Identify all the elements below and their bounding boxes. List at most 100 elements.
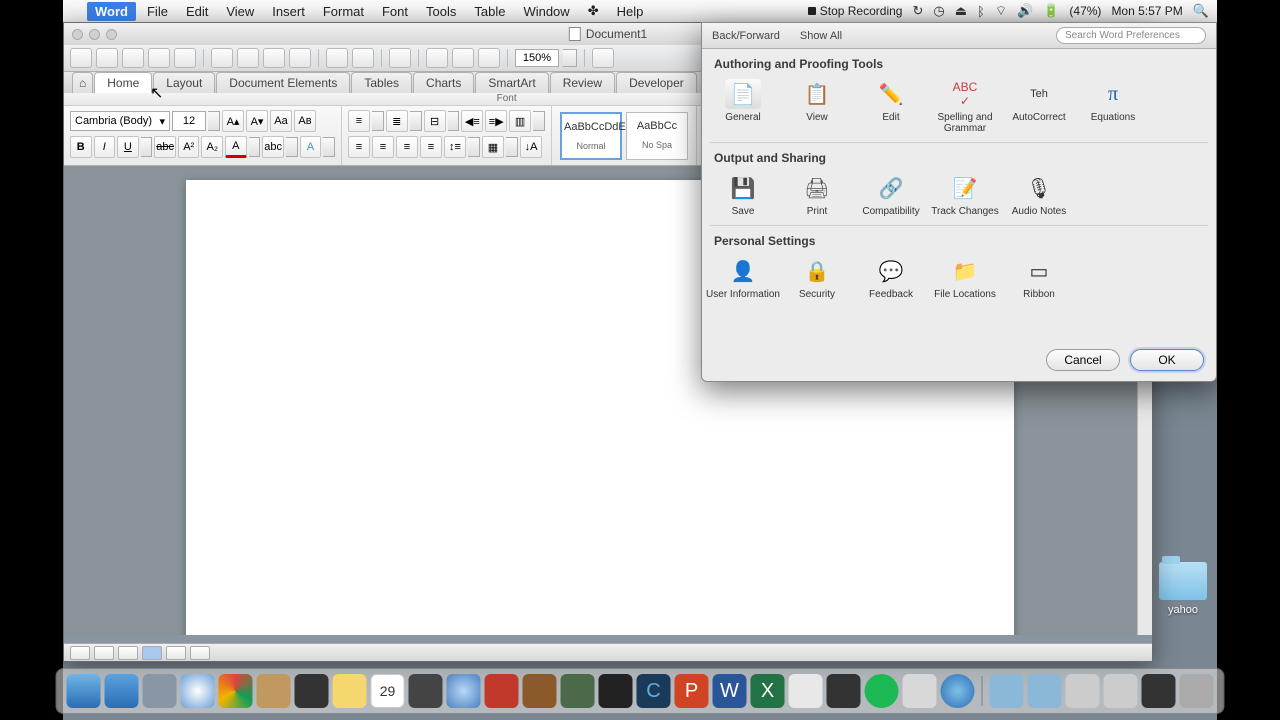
dock-terminal-icon[interactable] bbox=[599, 674, 633, 708]
bullets-button[interactable]: ≡ bbox=[348, 110, 370, 132]
dock-ical-icon[interactable]: 29 bbox=[371, 674, 405, 708]
style-normal[interactable]: AaBbCcDdEe Normal bbox=[560, 112, 622, 160]
volume-icon[interactable]: 🔊 bbox=[1017, 3, 1033, 19]
numbering-button[interactable]: ≣ bbox=[386, 110, 408, 132]
view-notebook-button[interactable] bbox=[166, 646, 186, 660]
dock-c-icon[interactable]: C bbox=[637, 674, 671, 708]
prefs-search-input[interactable]: Search Word Preferences bbox=[1056, 27, 1206, 44]
zoom-field[interactable]: 150% bbox=[515, 49, 559, 67]
menu-view[interactable]: View bbox=[217, 4, 263, 19]
sort-button[interactable]: ↓A bbox=[520, 136, 542, 158]
line-spacing-button[interactable]: ↕≡ bbox=[444, 136, 466, 158]
bold-button[interactable]: B bbox=[70, 136, 92, 158]
dock-stack1-icon[interactable] bbox=[1066, 674, 1100, 708]
multilevel-button[interactable]: ⊟ bbox=[424, 110, 446, 132]
dock-parallels-icon[interactable] bbox=[485, 674, 519, 708]
pref-user-info[interactable]: 👤User Information bbox=[706, 254, 780, 302]
dock-globe-icon[interactable] bbox=[941, 674, 975, 708]
sidebar-button[interactable] bbox=[452, 48, 474, 68]
font-name-select[interactable]: Cambria (Body)▾ bbox=[70, 111, 170, 131]
help-button[interactable] bbox=[592, 48, 614, 68]
nav-show-all[interactable]: Show All bbox=[800, 30, 842, 42]
highlight-button[interactable]: abc bbox=[262, 136, 284, 158]
eject-icon[interactable]: ⏏ bbox=[955, 3, 967, 19]
pref-save[interactable]: 💾Save bbox=[706, 171, 780, 219]
menu-help[interactable]: Help bbox=[608, 4, 653, 19]
align-center-button[interactable]: ≡ bbox=[372, 136, 394, 158]
dock-excel-icon[interactable]: X bbox=[751, 674, 785, 708]
menu-file[interactable]: File bbox=[138, 4, 177, 19]
pref-track-changes[interactable]: 📝Track Changes bbox=[928, 171, 1002, 219]
dock-photobooth-icon[interactable] bbox=[295, 674, 329, 708]
italic-button[interactable]: I bbox=[94, 136, 116, 158]
dock-spotify-icon[interactable] bbox=[865, 674, 899, 708]
font-size-select[interactable]: 12 bbox=[172, 111, 206, 131]
align-right-button[interactable]: ≡ bbox=[396, 136, 418, 158]
sync-icon[interactable]: ↻ bbox=[912, 3, 923, 19]
borders-button[interactable]: ▦ bbox=[482, 136, 504, 158]
cut-button[interactable] bbox=[211, 48, 233, 68]
pref-audio-notes[interactable]: 🎙Audio Notes bbox=[1002, 171, 1076, 219]
grow-font-button[interactable]: A▴ bbox=[222, 110, 244, 132]
dock-iphoto-icon[interactable] bbox=[409, 674, 443, 708]
pref-edit[interactable]: ✏️Edit bbox=[854, 77, 928, 136]
indent-button[interactable]: ≡▶ bbox=[485, 110, 507, 132]
dock-safari-icon[interactable] bbox=[181, 674, 215, 708]
save-button[interactable] bbox=[148, 48, 170, 68]
clock[interactable]: Mon 5:57 PM bbox=[1111, 4, 1182, 18]
undo-button[interactable] bbox=[326, 48, 348, 68]
view-fullscreen-button[interactable] bbox=[190, 646, 210, 660]
tab-developer[interactable]: Developer bbox=[616, 72, 697, 93]
dock-imovie-icon[interactable] bbox=[523, 674, 557, 708]
outdent-button[interactable]: ◀≡ bbox=[461, 110, 483, 132]
tab-document-elements[interactable]: Document Elements bbox=[216, 72, 350, 93]
clear-format-button[interactable]: Aʙ bbox=[294, 110, 316, 132]
pref-print[interactable]: 🖨Print bbox=[780, 171, 854, 219]
menu-font[interactable]: Font bbox=[373, 4, 417, 19]
zoom-button[interactable] bbox=[106, 29, 117, 40]
dock-timemachine-icon[interactable] bbox=[561, 674, 595, 708]
highlight-dropdown[interactable] bbox=[286, 137, 298, 157]
template-button[interactable] bbox=[96, 48, 118, 68]
menu-tools[interactable]: Tools bbox=[417, 4, 465, 19]
battery-icon[interactable]: 🔋 bbox=[1043, 3, 1059, 19]
dock-remote-icon[interactable] bbox=[903, 674, 937, 708]
text-effects-button[interactable]: A bbox=[300, 136, 322, 158]
underline-dropdown[interactable] bbox=[141, 137, 153, 157]
toolbox-button[interactable] bbox=[426, 48, 448, 68]
dock-itunes-icon[interactable] bbox=[447, 674, 481, 708]
underline-button[interactable]: U bbox=[117, 136, 139, 158]
view-publishing-button[interactable] bbox=[118, 646, 138, 660]
tab-layout[interactable]: Layout bbox=[153, 72, 215, 93]
view-draft-button[interactable] bbox=[70, 646, 90, 660]
spotlight-icon[interactable]: 🔍 bbox=[1193, 3, 1209, 19]
font-color-dropdown[interactable] bbox=[249, 137, 261, 157]
shrink-font-button[interactable]: A▾ bbox=[246, 110, 268, 132]
pref-view[interactable]: 📋View bbox=[780, 77, 854, 136]
zoom-dropdown[interactable] bbox=[563, 49, 577, 67]
bluetooth-icon[interactable]: ᛒ bbox=[977, 4, 985, 19]
script-menu-icon[interactable]: ✤ bbox=[579, 3, 608, 19]
change-case-button[interactable]: Aa bbox=[270, 110, 292, 132]
new-doc-button[interactable] bbox=[70, 48, 92, 68]
dock-folder1-icon[interactable] bbox=[990, 674, 1024, 708]
menu-table[interactable]: Table bbox=[465, 4, 514, 19]
tab-smartart[interactable]: SmartArt bbox=[475, 72, 548, 93]
pref-equations[interactable]: πEquations bbox=[1076, 77, 1150, 136]
dock-console-icon[interactable] bbox=[827, 674, 861, 708]
dock-textedit-icon[interactable] bbox=[789, 674, 823, 708]
desktop-folder-yahoo[interactable]: yahoo bbox=[1159, 562, 1207, 616]
print-button[interactable] bbox=[174, 48, 196, 68]
stop-recording-button[interactable]: Stop Recording bbox=[808, 4, 903, 18]
timemachine-icon[interactable]: ◷ bbox=[933, 3, 944, 19]
tab-tables[interactable]: Tables bbox=[351, 72, 412, 93]
strikethrough-button[interactable]: abc bbox=[154, 136, 176, 158]
open-button[interactable] bbox=[122, 48, 144, 68]
pref-general[interactable]: 📄General bbox=[706, 77, 780, 136]
minimize-button[interactable] bbox=[89, 29, 100, 40]
format-painter-button[interactable] bbox=[289, 48, 311, 68]
dock-powerpoint-icon[interactable]: P bbox=[675, 674, 709, 708]
menu-edit[interactable]: Edit bbox=[177, 4, 217, 19]
pref-feedback[interactable]: 💬Feedback bbox=[854, 254, 928, 302]
tab-home[interactable]: Home bbox=[94, 72, 152, 93]
